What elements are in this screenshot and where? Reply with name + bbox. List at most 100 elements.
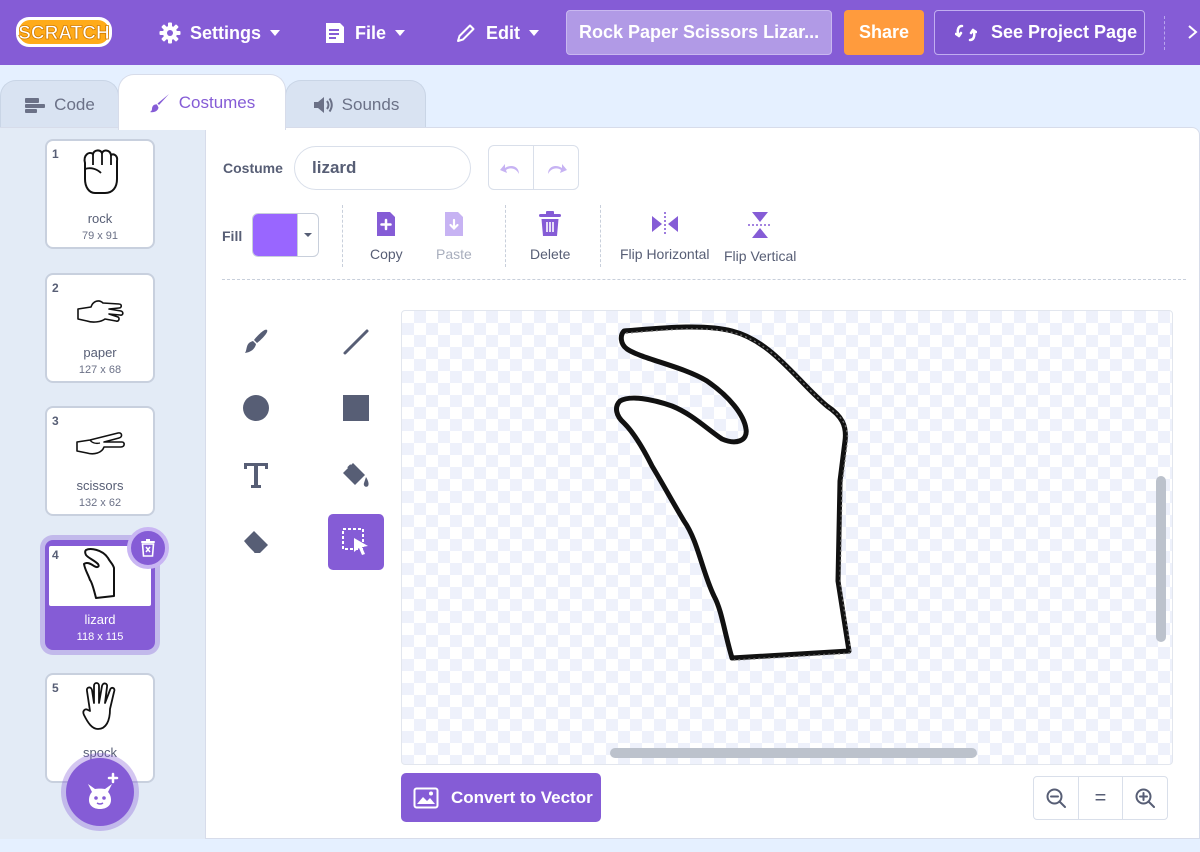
costume-size: 118 x 115 <box>76 631 124 643</box>
paper-hand-icon <box>77 300 124 323</box>
gear-icon <box>159 22 181 44</box>
see-project-label: See Project Page <box>991 22 1138 42</box>
lizard-hand-drawing <box>614 324 852 661</box>
costume-thumbnail <box>47 147 153 207</box>
copy-button[interactable]: Copy <box>370 210 403 262</box>
costume-name: lizard <box>84 612 116 627</box>
costume-name-input[interactable] <box>294 146 471 190</box>
see-project-page-button[interactable]: See Project Page <box>934 10 1145 55</box>
settings-label: Settings <box>190 22 262 43</box>
paste-button[interactable]: Paste <box>436 210 472 262</box>
costume-item[interactable]: 3 scissors 132 x 62 <box>45 406 155 516</box>
paste-icon <box>444 212 463 236</box>
choose-costume-button[interactable] <box>66 758 134 826</box>
select-tool[interactable] <box>328 514 384 570</box>
toolbar-divider <box>505 205 506 267</box>
flip-vertical-icon <box>748 212 773 238</box>
toolbar-divider <box>342 205 343 267</box>
caret-down-icon <box>304 233 312 237</box>
edit-label: Edit <box>486 22 520 43</box>
costume-list: 1 rock 79 x 91 2 paper 127 x 68 3 scisso… <box>0 128 206 839</box>
tab-sounds-label: Sounds <box>341 94 400 114</box>
tab-sounds[interactable]: Sounds <box>285 80 426 128</box>
file-menu[interactable]: File <box>324 14 406 52</box>
image-icon <box>413 787 439 808</box>
speaker-icon <box>313 96 333 113</box>
costume-name: paper <box>83 345 117 360</box>
costume-name: scissors <box>76 478 124 493</box>
line-tool[interactable] <box>328 314 384 370</box>
caret-down-icon <box>270 30 281 36</box>
rock-hand-icon <box>83 149 119 194</box>
redo-button[interactable] <box>534 146 579 189</box>
see-project-icon <box>955 24 977 41</box>
zoom-out-icon <box>1046 788 1066 808</box>
rectangle-icon <box>343 395 369 421</box>
flip-horizontal-button[interactable]: Flip Horizontal <box>620 210 709 262</box>
redo-icon <box>547 163 567 174</box>
costume-size: 132 x 62 <box>78 497 122 509</box>
delete-label: Delete <box>530 246 571 262</box>
zoom-out-button[interactable] <box>1034 777 1079 819</box>
delete-costume-button[interactable] <box>127 527 169 569</box>
file-label: File <box>355 22 387 43</box>
canvas-horizontal-scrollbar[interactable] <box>610 748 977 758</box>
lizard-hand-icon <box>83 548 115 599</box>
costume-name-label: Costume <box>223 160 283 176</box>
paint-canvas[interactable] <box>401 310 1173 765</box>
circle-tool[interactable] <box>228 380 284 436</box>
undo-button[interactable] <box>489 146 534 189</box>
flip-horizontal-label: Flip Horizontal <box>620 246 710 262</box>
menu-divider <box>1164 16 1165 50</box>
delete-button[interactable]: Delete <box>530 210 570 262</box>
pencil-icon <box>457 24 475 42</box>
costume-item[interactable]: 1 rock 79 x 91 <box>45 139 155 249</box>
convert-to-vector-label: Convert to Vector <box>451 787 593 807</box>
share-button[interactable]: Share <box>844 10 924 55</box>
trash-icon <box>141 539 155 557</box>
zoom-reset-button[interactable]: = <box>1079 777 1124 819</box>
scissors-hand-icon <box>76 432 125 455</box>
project-title-input[interactable]: Rock Paper Scissors Lizar... <box>566 10 832 55</box>
fill-tool[interactable] <box>328 447 384 503</box>
paint-bucket-icon <box>343 463 369 487</box>
zoom-controls: = <box>1033 776 1168 820</box>
rectangle-tool[interactable] <box>328 380 384 436</box>
scratch-logo[interactable]: SCRATCH <box>14 13 114 51</box>
menu-bar: SCRATCH Settings File Edit Rock Paper Sc… <box>0 0 1200 65</box>
settings-menu[interactable]: Settings <box>158 14 281 52</box>
svg-text:SCRATCH: SCRATCH <box>18 23 109 44</box>
fill-caret <box>297 214 318 256</box>
flip-vertical-button[interactable]: Flip Vertical <box>724 210 796 264</box>
text-tool[interactable] <box>228 447 284 503</box>
brush-tool[interactable] <box>228 314 284 370</box>
flip-horizontal-icon <box>651 212 678 236</box>
code-icon <box>25 97 46 113</box>
eraser-tool[interactable] <box>228 514 284 570</box>
zoom-in-button[interactable] <box>1123 777 1167 819</box>
file-icon <box>326 23 344 43</box>
tab-code[interactable]: Code <box>0 80 119 128</box>
tab-costumes[interactable]: Costumes <box>118 74 286 130</box>
add-costume-cat-icon <box>88 772 119 809</box>
menu-more-icon[interactable] <box>1188 22 1198 42</box>
canvas-vertical-scrollbar[interactable] <box>1156 476 1166 642</box>
caret-down-icon <box>529 30 539 36</box>
fill-color-swatch <box>253 214 297 256</box>
undo-icon <box>499 163 519 174</box>
costume-item[interactable]: 2 paper 127 x 68 <box>45 273 155 383</box>
edit-menu[interactable]: Edit <box>455 14 540 52</box>
undo-redo-group <box>488 145 579 190</box>
fill-label: Fill <box>222 228 243 244</box>
fill-color-picker[interactable] <box>252 213 319 257</box>
text-icon <box>244 463 268 488</box>
select-icon <box>342 528 368 555</box>
costume-size: 127 x 68 <box>78 364 122 376</box>
convert-to-vector-button[interactable]: Convert to Vector <box>401 773 601 822</box>
costume-name: rock <box>87 211 113 226</box>
flip-vertical-label: Flip Vertical <box>724 248 797 264</box>
paste-label: Paste <box>436 246 472 262</box>
costume-size: 79 x 91 <box>81 230 119 242</box>
costume-thumbnail <box>47 281 153 341</box>
copy-label: Copy <box>370 246 403 262</box>
